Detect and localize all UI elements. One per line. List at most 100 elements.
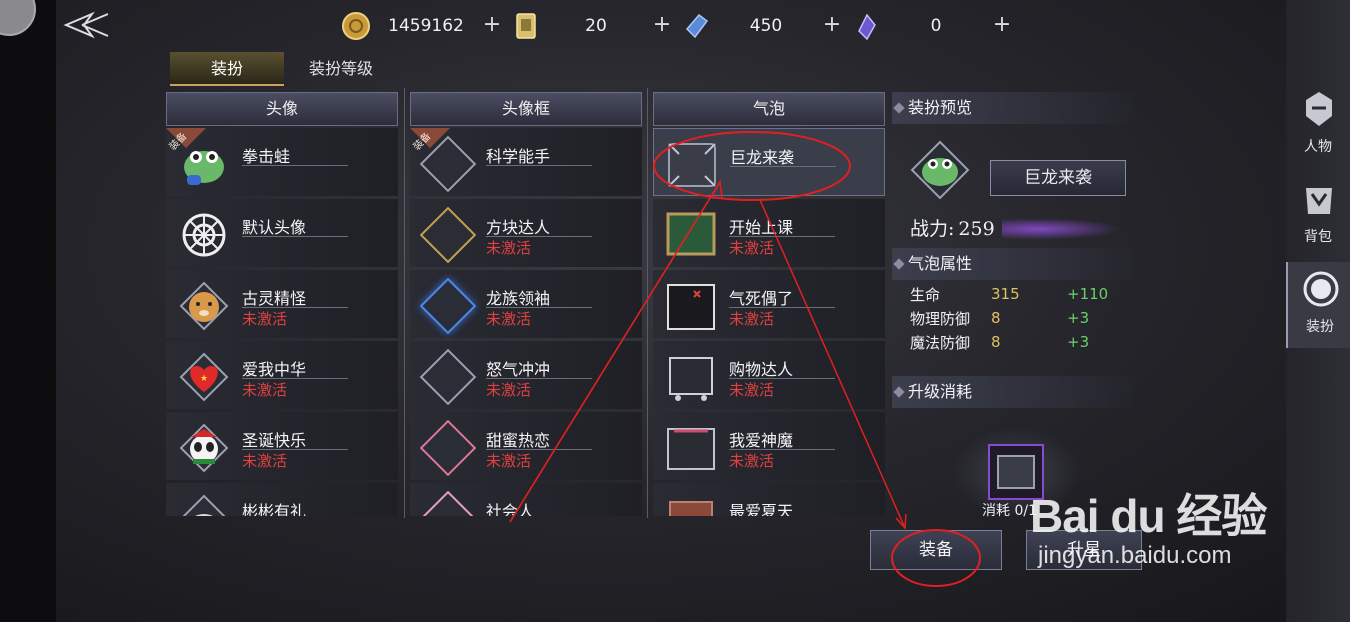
frame-name: 社会人	[486, 498, 534, 516]
bubble-column-header: 气泡	[653, 92, 885, 126]
bubble-name: 巨龙来袭	[730, 144, 837, 168]
bubble-name: 气死偶了	[729, 285, 836, 309]
crystal-amount: 450	[749, 16, 783, 36]
bubble-item[interactable]: 购物达人 未激活	[653, 341, 885, 409]
attr-value: 8	[991, 333, 1001, 351]
frame-name: 龙族领袖	[486, 285, 593, 309]
upgrade-cost-title: 升级消耗	[892, 376, 1134, 408]
avatar-name: 拳击蛙	[242, 143, 349, 167]
frame-item[interactable]: 龙族领袖 未激活	[410, 270, 642, 338]
combat-power-value: 259	[958, 218, 995, 240]
frame-item[interactable]: 甜蜜热恋 未激活	[410, 412, 642, 480]
science-frame-icon	[419, 135, 477, 193]
attr-name: 魔法防御	[910, 333, 971, 352]
preview-frog-avatar-icon	[910, 140, 970, 200]
nav-character[interactable]: 人物	[1286, 82, 1350, 168]
summer-bubble-icon	[663, 491, 719, 516]
avatar-column: 头像 装备 拳击蛙 默认头像 古灵精怪 未激活 ★ 爱我中华 未激活 圣诞快乐 …	[166, 92, 398, 516]
avatar-name: 彬彬有礼	[242, 498, 306, 516]
attr-name: 物理防御	[910, 309, 971, 328]
shopping-cart-bubble-icon	[663, 349, 719, 405]
nav-character-label: 人物	[1304, 139, 1332, 155]
bubble-item[interactable]: 我爱神魔 未激活	[653, 412, 885, 480]
bubble-status: 未激活	[729, 452, 775, 470]
frame-status: 未激活	[486, 310, 532, 328]
svg-text:★: ★	[200, 374, 208, 384]
avatar-item[interactable]: 圣诞快乐 未激活	[166, 412, 398, 480]
frog-avatar-icon	[176, 136, 232, 192]
bubble-status: 未激活	[729, 381, 775, 399]
frame-name: 怒气冲冲	[486, 356, 593, 380]
gold-coin-icon	[340, 10, 372, 42]
tab-bar: 装扮 装扮等级	[170, 52, 398, 86]
bubble-item-selected[interactable]: 巨龙来袭	[653, 128, 885, 196]
avatar-status: 未激活	[242, 310, 288, 328]
tab-costume-level[interactable]: 装扮等级	[284, 52, 398, 86]
bubble-item[interactable]: 最爱夏天	[653, 483, 885, 516]
avatar-status: 未激活	[242, 381, 288, 399]
add-gem-button[interactable]: +	[990, 14, 1014, 38]
purple-gem-icon	[850, 10, 882, 42]
frame-column-header: 头像框	[410, 92, 642, 126]
tab-costume[interactable]: 装扮	[170, 52, 284, 86]
frame-item[interactable]: 怒气冲冲 未激活	[410, 341, 642, 409]
default-avatar-icon	[176, 207, 232, 263]
ticket-icon	[510, 10, 542, 42]
social-frame-icon	[419, 490, 477, 516]
combat-power-label: 战力:	[910, 218, 955, 240]
attr-name: 生命	[910, 285, 941, 304]
baidu-url: jingyan.baidu.com	[1038, 542, 1232, 569]
right-nav: 人物 背包 装扮	[1286, 0, 1350, 622]
avatar-column-header: 头像	[166, 92, 398, 126]
bubble-item[interactable]: 开始上课 未激活	[653, 199, 885, 267]
avatar-item[interactable]: 装备 拳击蛙	[166, 128, 398, 196]
nav-bag[interactable]: 背包	[1286, 172, 1350, 258]
avatar-name: 圣诞快乐	[242, 427, 349, 451]
angry-bubble-icon	[663, 278, 719, 334]
attr-delta: +3	[1067, 309, 1090, 327]
frame-item[interactable]: 装备 科学能手	[410, 128, 642, 196]
equip-button[interactable]: 装备	[870, 530, 1002, 570]
avatar-item[interactable]: 古灵精怪 未激活	[166, 270, 398, 338]
block-frame-icon	[419, 206, 477, 264]
avatar-item[interactable]: 默认头像	[166, 199, 398, 267]
attr-row: 魔法防御 8 +3	[910, 330, 1130, 354]
avatar-name: 默认头像	[242, 214, 349, 238]
heart-avatar-icon: ★	[176, 349, 232, 405]
cost-label: 消耗 0/1	[982, 503, 1037, 519]
nav-costume[interactable]: 装扮	[1286, 262, 1350, 348]
gem-amount: 0	[930, 16, 942, 36]
preview-bubble-name: 巨龙来袭	[990, 160, 1126, 196]
bubble-item[interactable]: 气死偶了 未激活	[653, 270, 885, 338]
gold-amount: 1459162	[388, 16, 464, 36]
attr-value: 8	[991, 309, 1001, 327]
attr-delta: +110	[1067, 285, 1109, 303]
attr-row: 物理防御 8 +3	[910, 306, 1130, 330]
dragon-bubble-icon	[664, 137, 720, 193]
nav-costume-label: 装扮	[1306, 319, 1334, 335]
avatar-status: 未激活	[242, 452, 288, 470]
avatar-item[interactable]: ★ 爱我中华 未激活	[166, 341, 398, 409]
bubble-status: 未激活	[729, 310, 775, 328]
frame-item[interactable]: 社会人	[410, 483, 642, 516]
add-gold-button[interactable]: +	[480, 14, 504, 38]
back-button[interactable]	[62, 10, 114, 40]
bubble-name: 开始上课	[729, 214, 836, 238]
frame-item[interactable]: 方块达人 未激活	[410, 199, 642, 267]
bubble-column: 气泡 巨龙来袭 开始上课 未激活 气死偶了 未激活 购物达人 未激活 我爱神魔 …	[653, 92, 885, 516]
avatar-item[interactable]: 彬彬有礼	[166, 483, 398, 516]
frame-column: 头像框 装备 科学能手 方块达人 未激活 龙族领袖 未激活 怒气冲冲 未激活 甜…	[410, 92, 642, 516]
attr-value: 315	[991, 285, 1020, 303]
bag-icon	[1306, 188, 1332, 214]
add-crystal-button[interactable]: +	[820, 14, 844, 38]
attr-list: 生命 315 +110 物理防御 8 +3 魔法防御 8 +3	[910, 282, 1130, 354]
dog-avatar-icon	[176, 278, 232, 334]
bubble-name: 最爱夏天	[729, 498, 793, 516]
avatar-name: 古灵精怪	[242, 285, 349, 309]
add-ticket-button[interactable]: +	[650, 14, 674, 38]
currency-gem: 0 +	[850, 8, 1014, 44]
angry-frame-icon	[419, 348, 477, 406]
panda-avatar-icon	[176, 420, 232, 476]
currency-gold: 1459162 +	[340, 8, 504, 44]
preview-panel: 装扮预览 巨龙来袭 战力: 259 气泡属性 生命 315 +110 物理防御 8…	[892, 92, 1134, 519]
